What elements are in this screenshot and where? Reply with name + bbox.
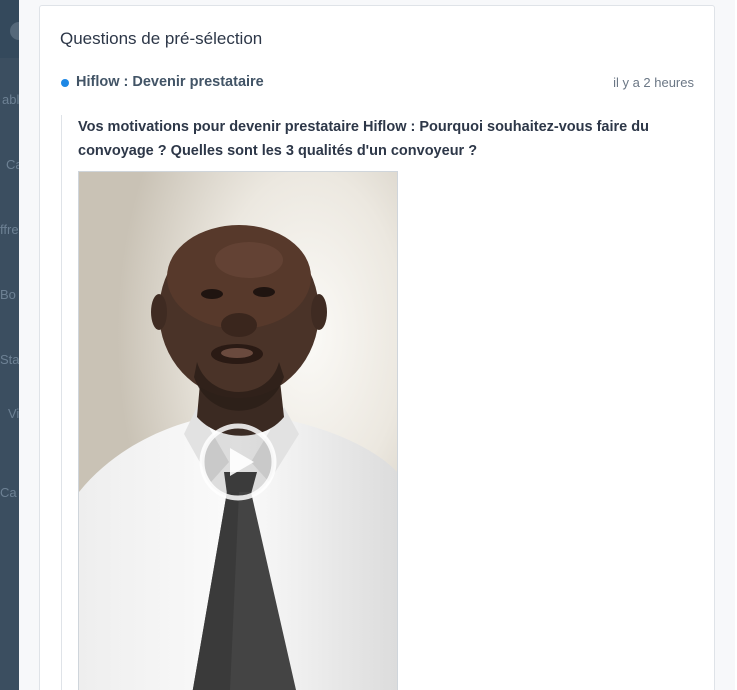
sidebar-item-label[interactable]: ffre: [0, 222, 19, 237]
question-timestamp: il y a 2 heures: [613, 75, 694, 90]
preselection-card: Questions de pré-sélection Hiflow : Deve…: [39, 5, 715, 690]
status-dot-icon: [61, 79, 69, 87]
play-button[interactable]: [198, 422, 278, 502]
sidebar-item-label[interactable]: able: [2, 92, 19, 107]
answer-block: Vos motivations pour devenir prestataire…: [61, 115, 662, 690]
background-sidebar: able Ca ffre Bo Sta Vi Ca: [0, 0, 19, 690]
question-header: Hiflow : Devenir prestataire il y a 2 he…: [61, 74, 694, 94]
sidebar-item-label[interactable]: Bo: [0, 287, 16, 302]
question-name: Hiflow : Devenir prestataire: [76, 74, 264, 90]
sidebar-item-label[interactable]: Ca: [6, 157, 19, 172]
modal-body: Questions de pré-sélection Hiflow : Deve…: [19, 0, 735, 690]
card-title: Questions de pré-sélection: [60, 29, 263, 48]
sidebar-item-label[interactable]: Sta: [0, 352, 19, 367]
play-icon: [199, 423, 277, 501]
video-player[interactable]: [78, 171, 398, 690]
question-text: Vos motivations pour devenir prestataire…: [78, 119, 649, 159]
sidebar-item-label[interactable]: Vi: [8, 406, 19, 421]
sidebar-item-label[interactable]: Ca: [0, 485, 17, 500]
